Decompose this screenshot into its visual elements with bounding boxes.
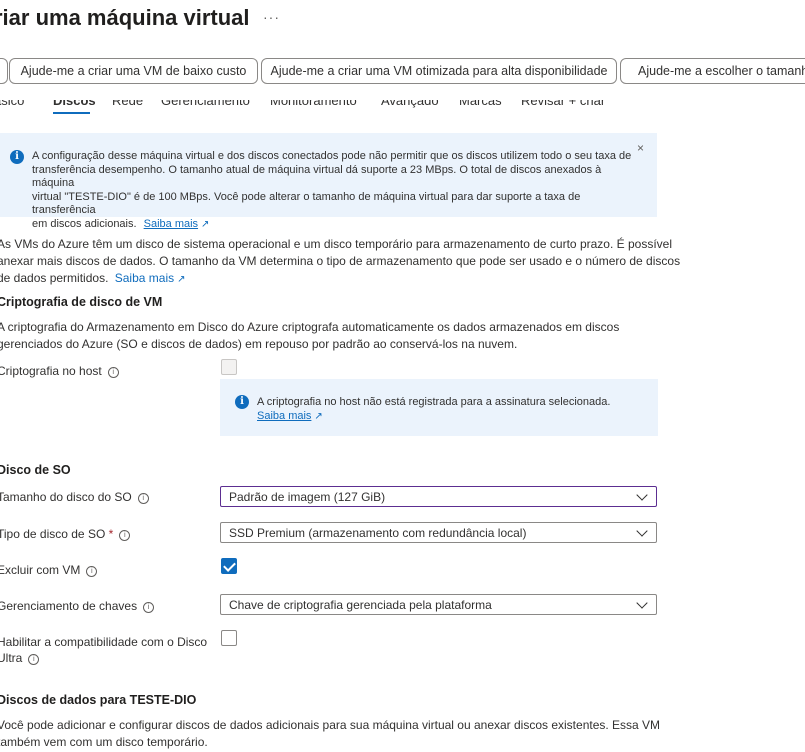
intro-line2: anexar mais discos de dados. O tamanho d… — [0, 254, 681, 268]
info-tooltip-icon[interactable]: i — [143, 602, 155, 613]
external-link-icon: ↗ — [201, 218, 210, 230]
data-disks-heading: Discos de dados para TESTE-DIO — [0, 693, 197, 707]
intro-line1: As VMs do Azure têm um disco de sistema … — [0, 237, 672, 251]
key-management-label: Gerenciamento de chaves i — [0, 599, 155, 613]
os-disk-heading: Disco de SO — [0, 463, 71, 477]
info-icon: i — [10, 150, 24, 164]
ultra-disk-label: Habilitar a compatibilidade com o Disco … — [0, 635, 208, 665]
delete-with-vm-checkbox[interactable] — [221, 558, 237, 574]
os-disk-size-select[interactable]: Padrão de imagem (127 GiB) — [220, 486, 657, 507]
intro-paragraph: As VMs do Azure têm um disco de sistema … — [0, 236, 680, 288]
encryption-line2: gerenciados do Azure (SO e discos de dad… — [0, 337, 518, 351]
data-disks-line2: também vem com um disco temporário. — [0, 735, 208, 749]
os-disk-size-label: Tamanho do disco do SO i — [0, 490, 149, 504]
page-title: riar uma máquina virtual — [0, 5, 250, 30]
chevron-down-icon — [636, 525, 648, 537]
more-actions-button[interactable]: ··· — [263, 9, 280, 25]
banner-text-line3: virtual "TESTE-DIO" é de 100 MBps. Você … — [32, 190, 581, 217]
info-tooltip-icon[interactable]: i — [119, 530, 131, 541]
copilot-icon[interactable] — [0, 58, 8, 84]
intro-learn-more-link[interactable]: Saiba mais — [115, 271, 174, 285]
banner-text-line2: transferência desempenho. O tamanho atua… — [32, 163, 602, 190]
banner-text-line4: em discos adicionais. — [32, 217, 137, 230]
info-tooltip-icon[interactable]: i — [86, 566, 98, 577]
host-encryption-checkbox[interactable] — [221, 359, 237, 375]
tab-bar: ásico Discos Rede Gerenciamento Monitora… — [0, 88, 805, 116]
quick-action-low-cost-button[interactable]: Ajude-me a criar uma VM de baixo custo — [9, 58, 258, 84]
quick-action-choose-size-button[interactable]: Ajude-me a escolher o tamanho — [620, 58, 805, 84]
data-disks-line1: Você pode adicionar e configurar discos … — [0, 718, 661, 732]
ultra-disk-checkbox[interactable] — [221, 630, 237, 646]
external-link-icon: ↗ — [314, 410, 323, 422]
os-disk-type-label: Tipo de disco de SO * i — [0, 527, 131, 541]
info-tooltip-icon[interactable]: i — [137, 493, 149, 504]
info-tooltip-icon[interactable]: i — [28, 654, 40, 665]
host-info-text: A criptografia no host não está registra… — [257, 396, 611, 408]
chevron-down-icon — [636, 597, 648, 609]
banner-text-line1: A configuração desse máquina virtual e d… — [32, 150, 632, 162]
data-disks-paragraph: Você pode adicionar e configurar discos … — [0, 717, 660, 751]
performance-info-banner: i A configuração desse máquina virtual e… — [0, 133, 657, 230]
host-encryption-info: i A criptografia no host não está regist… — [220, 379, 658, 436]
active-tab-indicator — [53, 112, 90, 114]
delete-with-vm-label: Excluir com VM i — [0, 563, 98, 577]
external-link-icon: ↗ — [177, 274, 186, 285]
required-marker: * — [108, 527, 114, 541]
host-encryption-label: Criptografia no host i — [0, 364, 119, 378]
key-management-select[interactable]: Chave de criptografia gerenciada pela pl… — [220, 594, 657, 615]
host-learn-more-link[interactable]: Saiba mais — [257, 410, 311, 422]
close-banner-button[interactable]: × — [637, 141, 644, 155]
encryption-heading: Criptografia de disco de VM — [0, 295, 163, 309]
encryption-paragraph: A criptografia do Armazenamento em Disco… — [0, 319, 619, 353]
encryption-line1: A criptografia do Armazenamento em Disco… — [0, 320, 620, 334]
banner-learn-more-link[interactable]: Saiba mais — [144, 218, 198, 230]
intro-line3: de dados permitidos. — [0, 271, 109, 285]
quick-action-high-availability-button[interactable]: Ajude-me a criar uma VM otimizada para a… — [261, 58, 617, 84]
info-icon: i — [235, 395, 249, 409]
info-tooltip-icon[interactable]: i — [107, 367, 119, 378]
chevron-down-icon — [636, 489, 648, 501]
os-disk-type-select[interactable]: SSD Premium (armazenamento com redundânc… — [220, 522, 657, 543]
checkmark-icon — [223, 559, 236, 572]
